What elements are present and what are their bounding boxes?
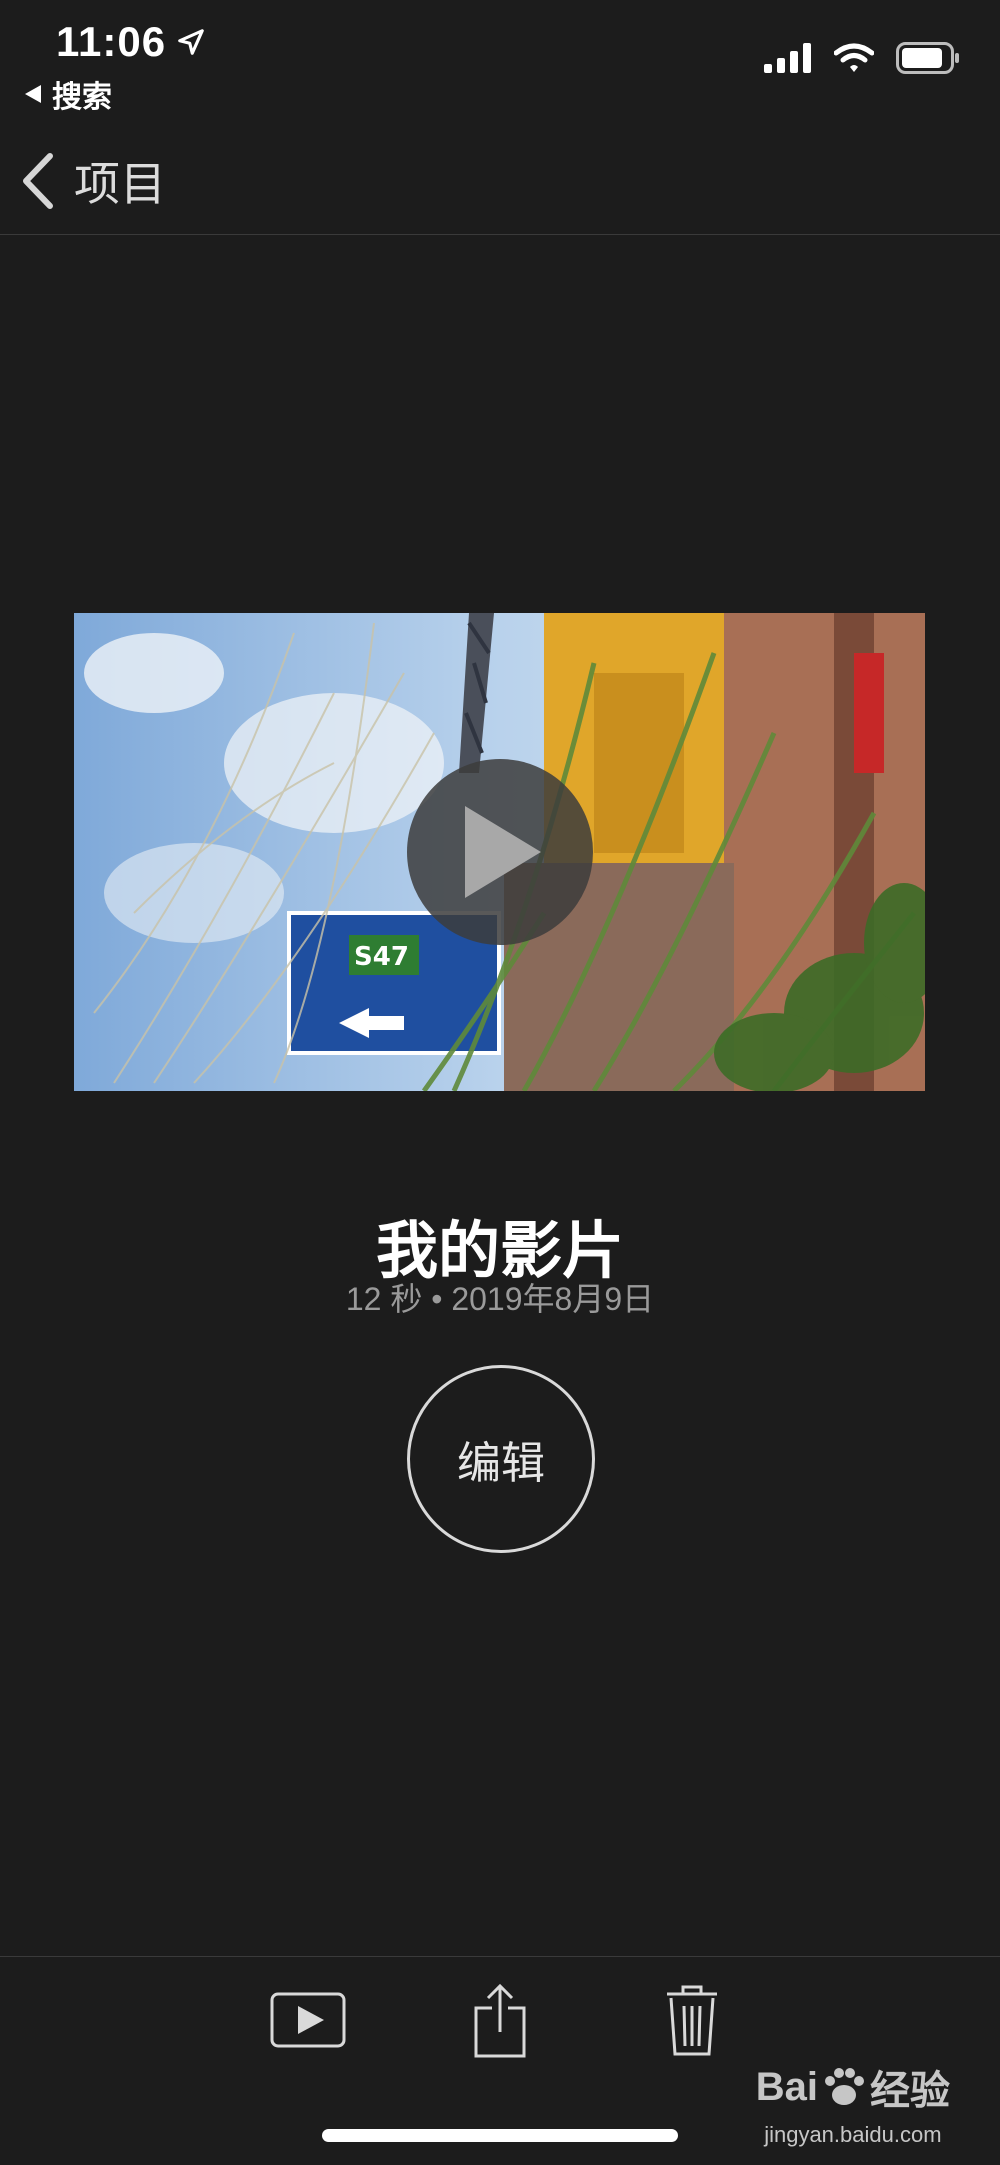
edit-button[interactable]: 编辑 (407, 1365, 595, 1553)
watermark-logo-text: Bai (755, 2064, 818, 2109)
trash-icon (667, 1985, 717, 2056)
watermark-url: jingyan.baidu.com (764, 2122, 942, 2147)
chevron-left-icon (23, 153, 53, 209)
wifi-icon (834, 43, 874, 72)
nav-divider (0, 234, 1000, 235)
watermark-logo: Bai 经验 (756, 2058, 950, 2116)
watermark-logo-text-2: 经验 (870, 2069, 950, 2113)
play-icon (270, 1992, 346, 2048)
share-tool-button[interactable] (460, 1980, 540, 2060)
toolbar-divider (0, 1956, 1000, 1957)
movie-meta: 12 秒 • 2019年8月9日 (345, 1281, 655, 1317)
back-button[interactable]: 项目 (20, 148, 166, 214)
paw-icon (825, 2068, 864, 2105)
play-tool-button[interactable] (268, 1980, 348, 2060)
sign-text: S47 (354, 942, 409, 972)
home-indicator[interactable] (322, 2129, 678, 2142)
status-icons (764, 42, 960, 74)
back-to-app-link[interactable]: 搜索 (24, 72, 112, 116)
battery-icon (896, 42, 959, 74)
baidu-watermark: Bai 经验 jingyan.baidu.com (756, 2058, 950, 2148)
status-time-text: 11:06 (56, 18, 167, 65)
back-button-label: 项目 (74, 158, 166, 210)
edit-button-label: 编辑 (457, 1439, 545, 1488)
cellular-signal-icon (764, 43, 811, 73)
back-triangle-icon (25, 85, 41, 103)
delete-tool-button[interactable] (652, 1980, 732, 2060)
share-icon (474, 1983, 526, 2058)
play-video-button[interactable] (407, 759, 593, 945)
location-arrow-icon (178, 29, 204, 55)
back-to-app-label: 搜索 (52, 81, 112, 114)
status-time: 11:06 (56, 18, 206, 66)
play-icon (465, 806, 541, 898)
